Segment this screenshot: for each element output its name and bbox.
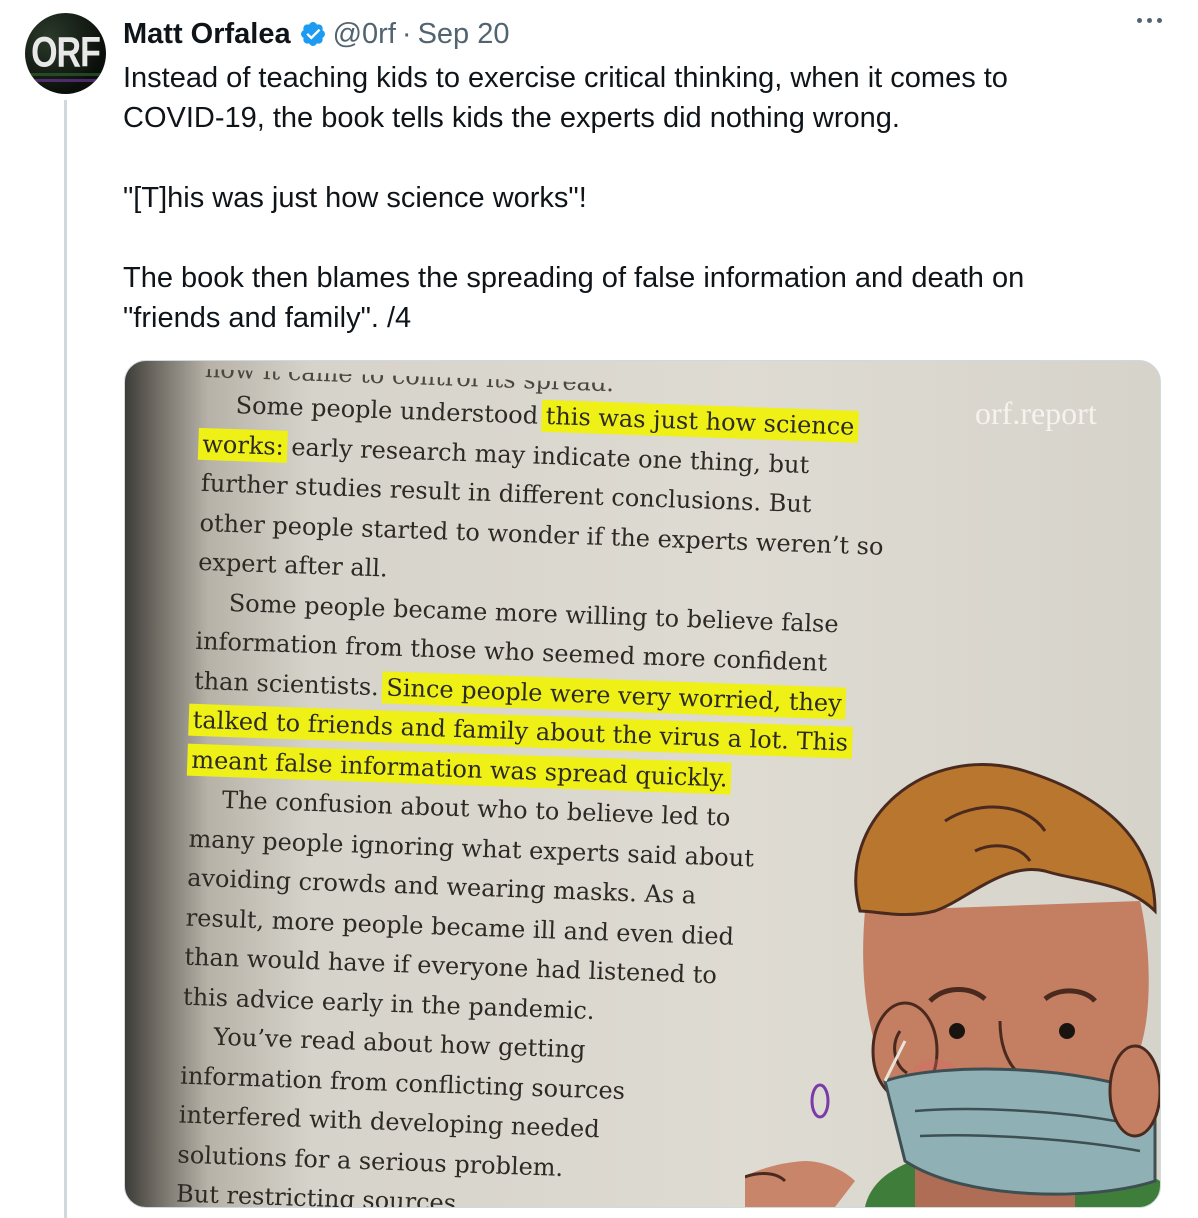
tweet-line: The book then blames the spreading of fa… bbox=[123, 262, 1025, 294]
header-separator: · bbox=[401, 17, 412, 50]
highlighted-text: this was just how science bbox=[541, 399, 859, 443]
verified-badge-icon bbox=[300, 22, 325, 46]
book-text: But restricting sources bbox=[175, 1179, 457, 1208]
more-options-icon[interactable] bbox=[1137, 18, 1162, 23]
tweet-text: Instead of teaching kids to exercise cri… bbox=[123, 58, 1123, 338]
tweet-line: COVID-19, the book tells kids the expert… bbox=[123, 102, 900, 134]
tweet-line: "friends and family". /4 bbox=[123, 302, 412, 334]
tweet-date[interactable]: Sep 20 bbox=[418, 18, 510, 51]
tweet-header: Matt Orfalea @0rf · Sep 20 bbox=[123, 14, 510, 54]
author-handle[interactable]: @0rf bbox=[333, 18, 396, 51]
book-text: than scientists. bbox=[193, 666, 387, 702]
book-text: expert after all. bbox=[197, 547, 389, 583]
tweet-line: Instead of teaching kids to exercise cri… bbox=[123, 62, 1008, 94]
highlighted-text: works: bbox=[197, 427, 289, 463]
book-text: You’ve read about how getting bbox=[213, 1022, 586, 1064]
masked-person-illustration bbox=[745, 763, 1160, 1207]
tweet-photo[interactable]: how it came to control its spread. Some p… bbox=[124, 360, 1161, 1208]
author-name[interactable]: Matt Orfalea bbox=[123, 18, 291, 51]
watermark: orf.report bbox=[975, 395, 1097, 431]
book-text: Some people understood bbox=[235, 391, 547, 430]
avatar-text: ORF bbox=[31, 29, 101, 77]
tweet-line: "[T]his was just how science works"! bbox=[123, 182, 587, 214]
thread-line bbox=[64, 100, 67, 1218]
avatar[interactable]: ORF bbox=[25, 13, 106, 94]
book-text: solutions for a serious problem. bbox=[177, 1140, 564, 1182]
